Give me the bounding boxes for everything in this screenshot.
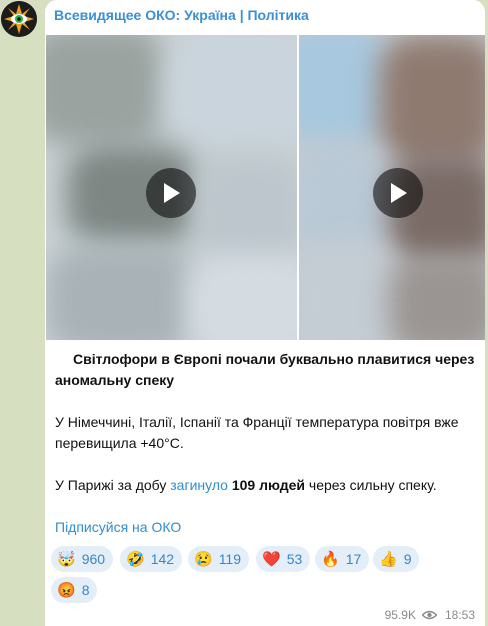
reaction-count: 960 (81, 551, 106, 567)
video-thumbnail-2[interactable] (299, 35, 485, 340)
reaction-heart[interactable]: ❤️ 53 (256, 546, 311, 572)
video-thumbnail-1[interactable] (46, 35, 297, 340)
reaction-count: 9 (403, 551, 412, 567)
channel-name[interactable]: Всевидящее ОКО: Україна | Політика (54, 7, 309, 23)
reaction-rofl[interactable]: 🤣 142 (120, 546, 183, 572)
eye-logo-icon (1, 1, 37, 37)
reaction-count: 142 (150, 551, 175, 567)
fire-icon: 🔥 (321, 550, 340, 568)
reaction-crying[interactable]: 😢 119 (188, 546, 250, 572)
reaction-fire[interactable]: 🔥 17 (315, 546, 370, 572)
reaction-count: 17 (345, 551, 362, 567)
reaction-enraged[interactable]: 😡 8 (51, 577, 98, 603)
channel-avatar[interactable] (1, 1, 37, 37)
play-button[interactable] (373, 168, 423, 218)
play-icon (164, 183, 180, 203)
exploding-head-icon: 🤯 (57, 550, 76, 568)
post-paragraph-1: У Німеччині, Італії, Іспанії та Франції … (55, 414, 459, 451)
subscribe-link[interactable]: Підписуйся на ОКО (55, 517, 475, 538)
post-headline: Світлофори в Європі почали буквально пла… (55, 351, 475, 388)
message-time: 18:53 (444, 608, 475, 622)
inline-link[interactable]: загинуло (170, 477, 228, 493)
reaction-count: 119 (218, 551, 242, 567)
crying-face-icon: 😢 (194, 550, 213, 568)
message-meta: 95.9K 18:53 (385, 608, 475, 622)
paragraph-2-text: У Парижі за добу (55, 477, 171, 493)
view-count: 95.9K (384, 608, 416, 622)
enraged-face-icon: 😡 (57, 581, 76, 599)
red-heart-icon: ❤️ (262, 550, 281, 568)
message-bubble: Всевидящее ОКО: Україна | Політика Світл… (45, 0, 485, 626)
reaction-exploding-head[interactable]: 🤯 960 (51, 546, 114, 572)
post-paragraph-2: У Парижі за добу загинуло 109 людей чере… (55, 475, 475, 496)
reaction-count: 8 (81, 582, 90, 598)
reaction-count: 53 (286, 551, 303, 567)
play-icon (391, 183, 407, 203)
play-button[interactable] (146, 168, 196, 218)
reaction-thumbs-up[interactable]: 👍 9 (373, 546, 420, 572)
rofl-icon: 🤣 (126, 550, 145, 568)
bold-count: 109 людей (231, 477, 306, 493)
thumbs-up-icon: 👍 (379, 550, 398, 568)
eye-icon (421, 610, 437, 620)
paragraph-2-tail: через сильну спеку. (305, 477, 437, 493)
